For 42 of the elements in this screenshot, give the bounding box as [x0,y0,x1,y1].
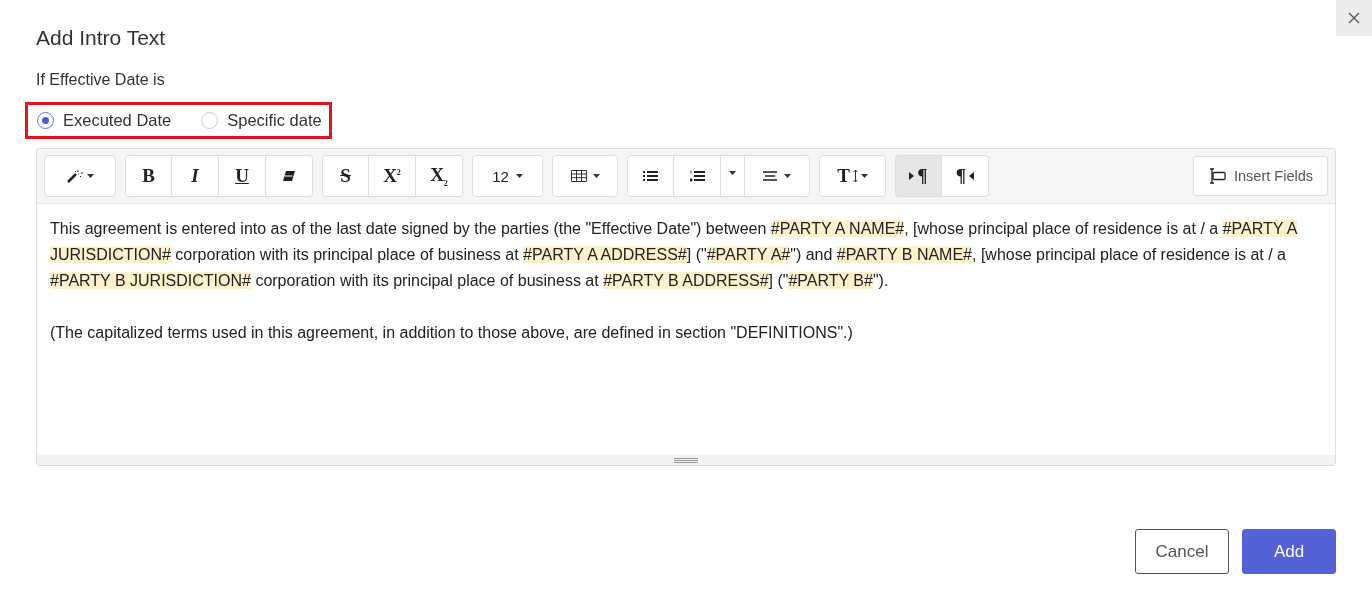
caret-icon [860,174,868,178]
paragraph: This agreement is entered into as of the last date signed by the parties (the "Effective Date") between #PARTY A NAME#, [whose principal place of residence is at / a #PARTY A JURISDICTION# corporation with its principal place of business at #PARTY A ADDRESS#] ("#PARTY A#") and #PARTY B NAME#, [whose principal place of residence is at / a #PARTY B JURISDICTION# corporation with its principal place of business at #PARTY B ADDRESS#] ("#PARTY B#"). [50,219,1299,291]
caret-icon [729,171,736,175]
toolbar-button[interactable] [266,155,313,197]
toolbar-button[interactable] [674,155,721,197]
toolbar-button[interactable] [627,155,674,197]
caret-icon [592,174,600,178]
toolbar-button[interactable]: I [172,155,219,197]
caret-icon [784,174,791,178]
insert-fields-button[interactable]: Insert Fields [1193,156,1328,196]
toolbar-button[interactable]: ¶ [895,155,942,197]
toolbar-button[interactable] [552,155,618,197]
arrows-icon [852,169,858,183]
toolbar-button[interactable]: ¶ [942,155,989,197]
text-cursor-icon [1208,168,1226,184]
paragraph: (The capitalized terms used in this agreement, in addition to those above, are defined in section "DEFINITIONS".) [50,323,854,343]
toolbar-button[interactable]: T [819,155,886,197]
close-icon [1348,12,1360,24]
table-icon [570,170,587,182]
toolbar-button[interactable]: B [125,155,172,197]
toolbar-button[interactable]: S [322,155,369,197]
toolbar-button[interactable]: 12 [472,155,543,197]
dialog-title: Add Intro Text [36,26,167,50]
toolbar-button[interactable]: U [219,155,266,197]
toolbar-button[interactable] [745,155,810,197]
eraser-icon [283,171,295,181]
field-label: If Effective Date is [36,71,166,89]
caret-icon [515,174,523,178]
align-icon [763,171,777,181]
triangle-icon [969,172,975,180]
triangle-icon [909,172,915,180]
bullet-list-icon [643,170,658,182]
numbered-list-icon [689,170,705,182]
caret-icon [87,174,94,178]
toolbar-button[interactable]: X$^{2}$ [369,155,416,197]
toolbar-button[interactable]: X$_{2}$ [416,155,463,197]
magic-wand-icon [66,169,84,183]
cancel-button[interactable]: Cancel [1135,529,1229,574]
radio-option[interactable]: Specific date [201,111,322,130]
grip-icon [674,457,698,463]
radio-option[interactable]: Executed Date [37,111,172,130]
add-button[interactable]: Add [1242,529,1336,574]
